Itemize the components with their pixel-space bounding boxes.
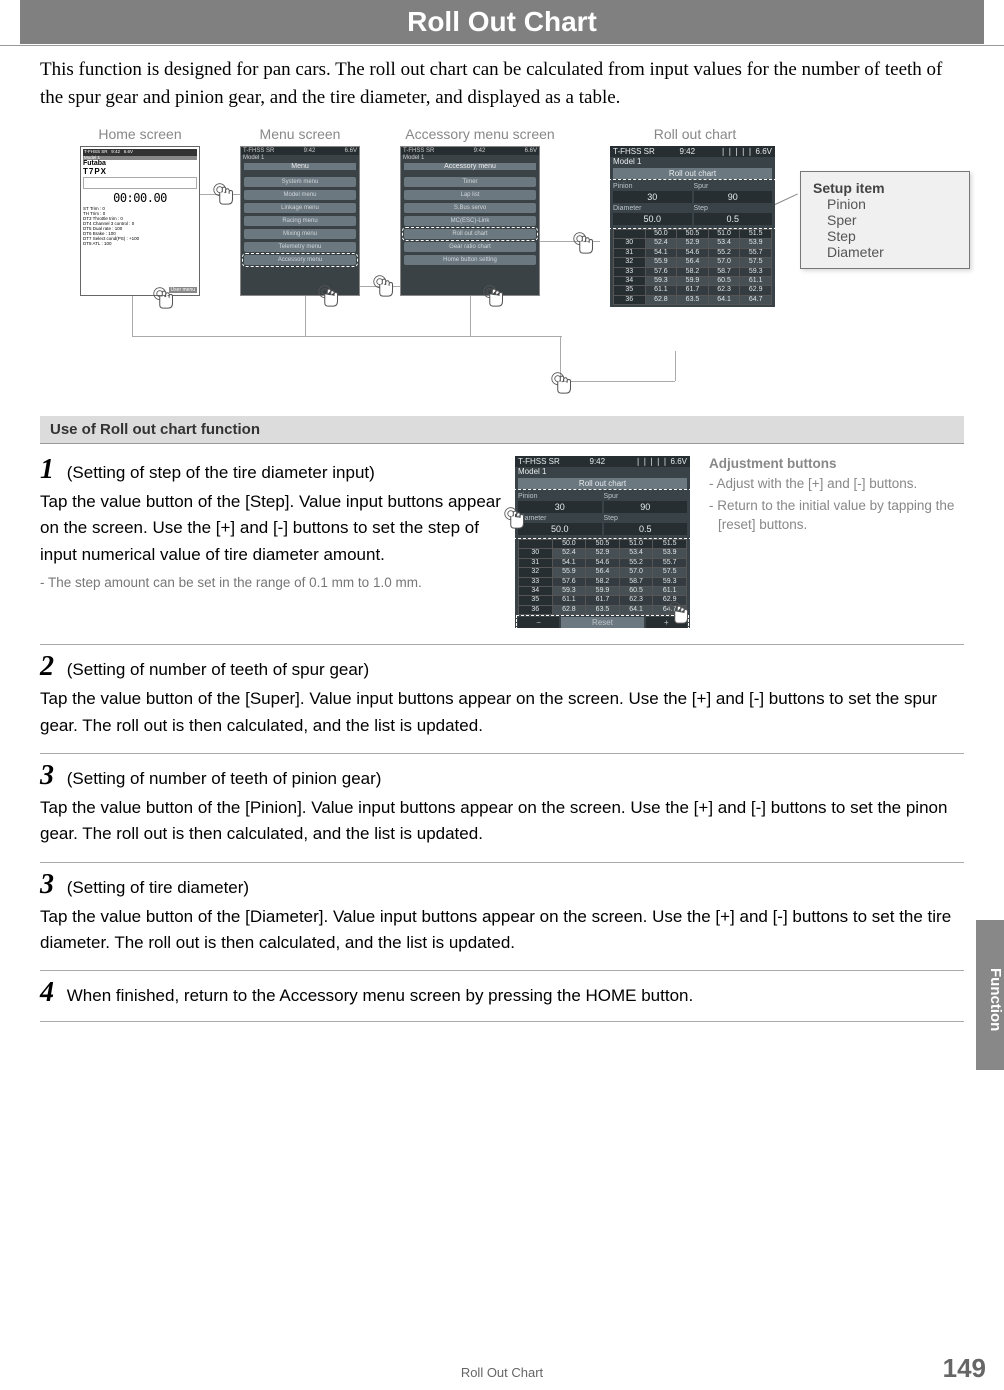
tap-icon	[370, 274, 398, 308]
tap-icon	[665, 601, 693, 635]
label-accessory: Accessory menu screen	[390, 126, 570, 142]
step-3a: 3 (Setting of number of teeth of pinion …	[40, 762, 964, 863]
page-title: Roll Out Chart	[20, 0, 984, 44]
label-menu: Menu screen	[240, 126, 360, 142]
tap-icon	[501, 506, 529, 540]
step-3b: 3 (Setting of tire diameter) Tap the val…	[40, 871, 964, 972]
section-header: Use of Roll out chart function	[40, 416, 964, 444]
tap-icon	[315, 284, 343, 318]
tap-icon	[210, 182, 238, 216]
label-home: Home screen	[80, 126, 200, 142]
navigation-diagram: Home screen Menu screen Accessory menu s…	[40, 126, 964, 406]
step-1: 1 (Setting of step of the tire diameter …	[40, 456, 964, 645]
setup-item-box: Setup item Pinion Sper Step Diameter	[800, 171, 970, 269]
label-rollout: Roll out chart	[620, 126, 770, 142]
adjust-line2: - Return to the initial value by tapping…	[709, 497, 964, 533]
step1-note: - The step amount can be set in the rang…	[40, 574, 501, 592]
side-tab: Function	[976, 920, 1004, 1070]
step1-body: Tap the value button of the [Step]. Valu…	[40, 489, 501, 568]
rollout-screen-step1: T-FHSS SR9:42❘❘❘❘❘ 6.6V Model 1 Roll out…	[515, 456, 690, 628]
intro-text: This function is designed for pan cars. …	[40, 56, 964, 111]
tap-icon	[548, 371, 576, 405]
tap-icon	[480, 284, 508, 318]
page-number: 149	[943, 1353, 986, 1384]
step-4: 4 When finished, return to the Accessory…	[40, 979, 964, 1022]
menu-screen-thumb: T-FHSS SR9:426.6V Model 1 Menu System me…	[240, 146, 360, 296]
rollout-screen-thumb: T-FHSS SR9:42❘❘❘❘❘ 6.6V Model 1 Roll out…	[610, 146, 775, 307]
adjust-line1: - Adjust with the [+] and [-] buttons.	[709, 475, 964, 493]
tap-icon	[570, 231, 598, 265]
footer-text: Roll Out Chart	[0, 1365, 1004, 1380]
step-2: 2 (Setting of number of teeth of spur ge…	[40, 653, 964, 754]
step1-head: (Setting of step of the tire diameter in…	[67, 463, 375, 482]
tap-icon	[150, 286, 178, 320]
home-screen-thumb: T-FHSS SR 9:42 6.6V Model 1 Futaba T7PX …	[80, 146, 200, 296]
accessory-screen-thumb: T-FHSS SR9:426.6V Model 1 Accessory menu…	[400, 146, 540, 296]
adjust-head: Adjustment buttons	[709, 456, 964, 471]
